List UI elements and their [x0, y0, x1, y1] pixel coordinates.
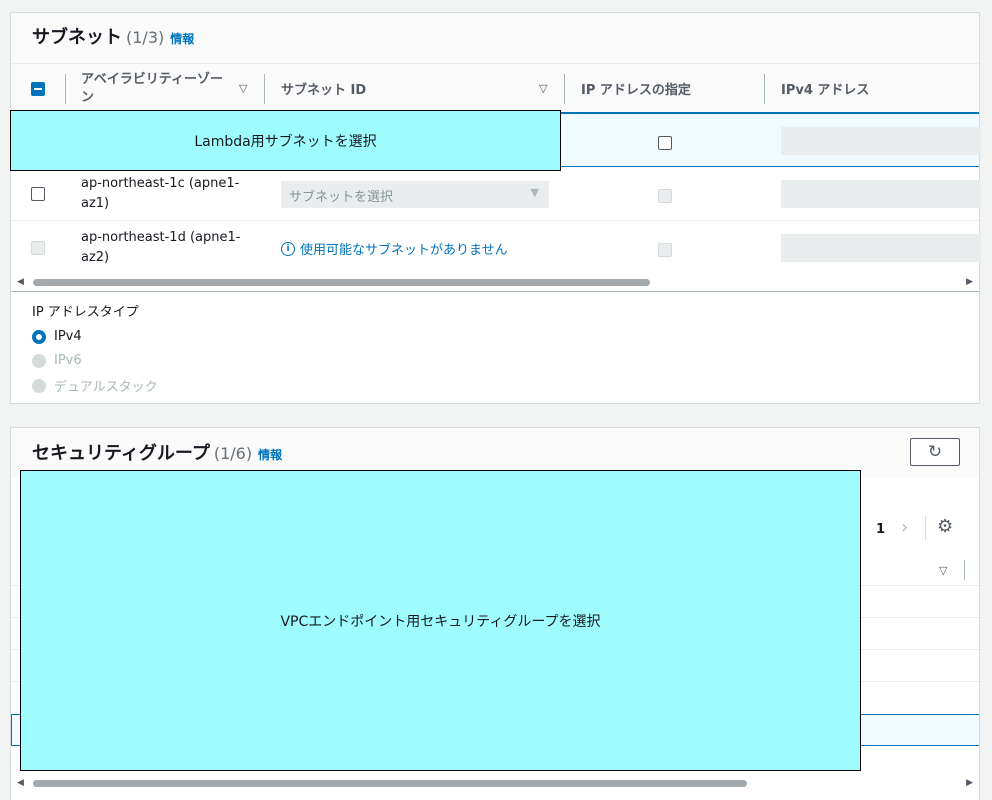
horizontal-scrollbar[interactable]: ◀ ▶ — [11, 777, 979, 791]
divider — [11, 291, 979, 292]
subnet-select-placeholder: サブネットを選択 — [289, 190, 394, 205]
sg-annotation-box: VPCエンドポイント用セキュリティグループを選択 — [20, 470, 861, 771]
select-all-checkbox[interactable] — [31, 82, 45, 96]
no-subnet-message: i 使用可能なサブネットがありません — [281, 239, 508, 258]
column-separator — [764, 74, 765, 104]
column-separator — [964, 560, 965, 580]
next-page-icon[interactable]: › — [901, 517, 908, 538]
column-header-subnet-id[interactable]: サブネット ID — [281, 64, 366, 113]
az-name: ap-northeast-1c (apne1-az1) — [81, 176, 240, 211]
radio-dualstack: デュアルスタック — [32, 376, 158, 395]
pagination-separator — [925, 516, 926, 540]
subnet-select[interactable]: サブネットを選択 ▼ — [281, 181, 549, 208]
radio-label: IPv6 — [54, 353, 82, 368]
subnet-info-link[interactable]: 情報 — [170, 32, 194, 46]
ip-address-type-label: IP アドレスタイプ — [32, 305, 139, 320]
radio-disabled-icon — [32, 378, 46, 393]
refresh-icon: ↻ — [927, 442, 943, 462]
sg-info-link[interactable]: 情報 — [258, 448, 282, 462]
subnet-count: (1/3) — [126, 28, 165, 47]
radio-ipv6: IPv6 — [32, 353, 82, 368]
ipv4-input — [781, 234, 981, 262]
horizontal-scrollbar[interactable]: ◀ ▶ — [11, 276, 979, 290]
ipv4-input — [781, 180, 981, 208]
radio-disabled-icon — [32, 353, 46, 368]
scroll-right-icon[interactable]: ▶ — [966, 778, 973, 788]
row-checkbox[interactable] — [31, 187, 45, 201]
table-row[interactable]: ap-northeast-1c (apne1-az1) サブネットを選択 ▼ — [11, 167, 981, 221]
radio-label: IPv4 — [54, 329, 82, 344]
column-header-ipv4[interactable]: IPv4 アドレス — [781, 64, 869, 113]
ip-assign-checkbox — [658, 243, 672, 257]
sg-count: (1/6) — [213, 444, 253, 463]
sort-icon[interactable]: ▽ — [539, 82, 547, 95]
radio-label: デュアルスタック — [54, 380, 158, 395]
sort-icon[interactable]: ▽ — [239, 82, 247, 95]
table-row[interactable]: ap-northeast-1d (apne1-az2) i 使用可能なサブネット… — [11, 221, 981, 275]
caret-down-icon: ▼ — [530, 186, 539, 199]
ip-assign-checkbox[interactable] — [658, 136, 672, 150]
scroll-thumb[interactable] — [33, 279, 650, 286]
page-number[interactable]: 1 — [876, 522, 885, 537]
gear-icon[interactable]: ⚙ — [937, 516, 953, 537]
column-separator — [65, 74, 66, 104]
scroll-right-icon[interactable]: ▶ — [966, 277, 973, 287]
radio-selected-icon[interactable] — [32, 329, 46, 344]
scroll-left-icon[interactable]: ◀ — [17, 778, 24, 788]
ipv4-input[interactable] — [781, 127, 981, 155]
radio-ipv4[interactable]: IPv4 — [32, 329, 82, 344]
column-header-ip-assign[interactable]: IP アドレスの指定 — [581, 64, 691, 113]
scroll-left-icon[interactable]: ◀ — [17, 277, 24, 287]
az-name: ap-northeast-1d (apne1-az2) — [81, 230, 241, 265]
sg-title: セキュリティグループ (1/6) 情報 — [32, 439, 282, 465]
subnet-table-header: アベイラビリティーゾーン ▽ サブネット ID ▽ IP アドレスの指定 IPv… — [11, 63, 979, 113]
subnet-title: サブネット (1/3) 情報 — [32, 23, 194, 49]
no-subnet-text: 使用可能なサブネットがありません — [300, 243, 508, 258]
sort-icon[interactable]: ▽ — [939, 564, 947, 577]
subnet-title-text: サブネット — [32, 27, 122, 48]
sg-title-text: セキュリティグループ — [32, 443, 210, 464]
ip-assign-checkbox — [658, 189, 672, 203]
scroll-thumb[interactable] — [33, 780, 747, 787]
column-separator — [264, 74, 265, 104]
refresh-button[interactable]: ↻ — [910, 438, 960, 466]
column-header-az[interactable]: アベイラビリティーゾーン — [81, 64, 231, 113]
subnet-panel: サブネット (1/3) 情報 アベイラビリティーゾーン ▽ サブネット ID ▽ I… — [10, 12, 981, 404]
subnet-panel-header: サブネット (1/3) 情報 — [11, 13, 979, 63]
row-checkbox — [31, 241, 45, 255]
column-separator — [564, 74, 565, 104]
subnet-annotation-box: Lambda用サブネットを選択 — [10, 110, 561, 171]
info-icon: i — [281, 241, 295, 256]
